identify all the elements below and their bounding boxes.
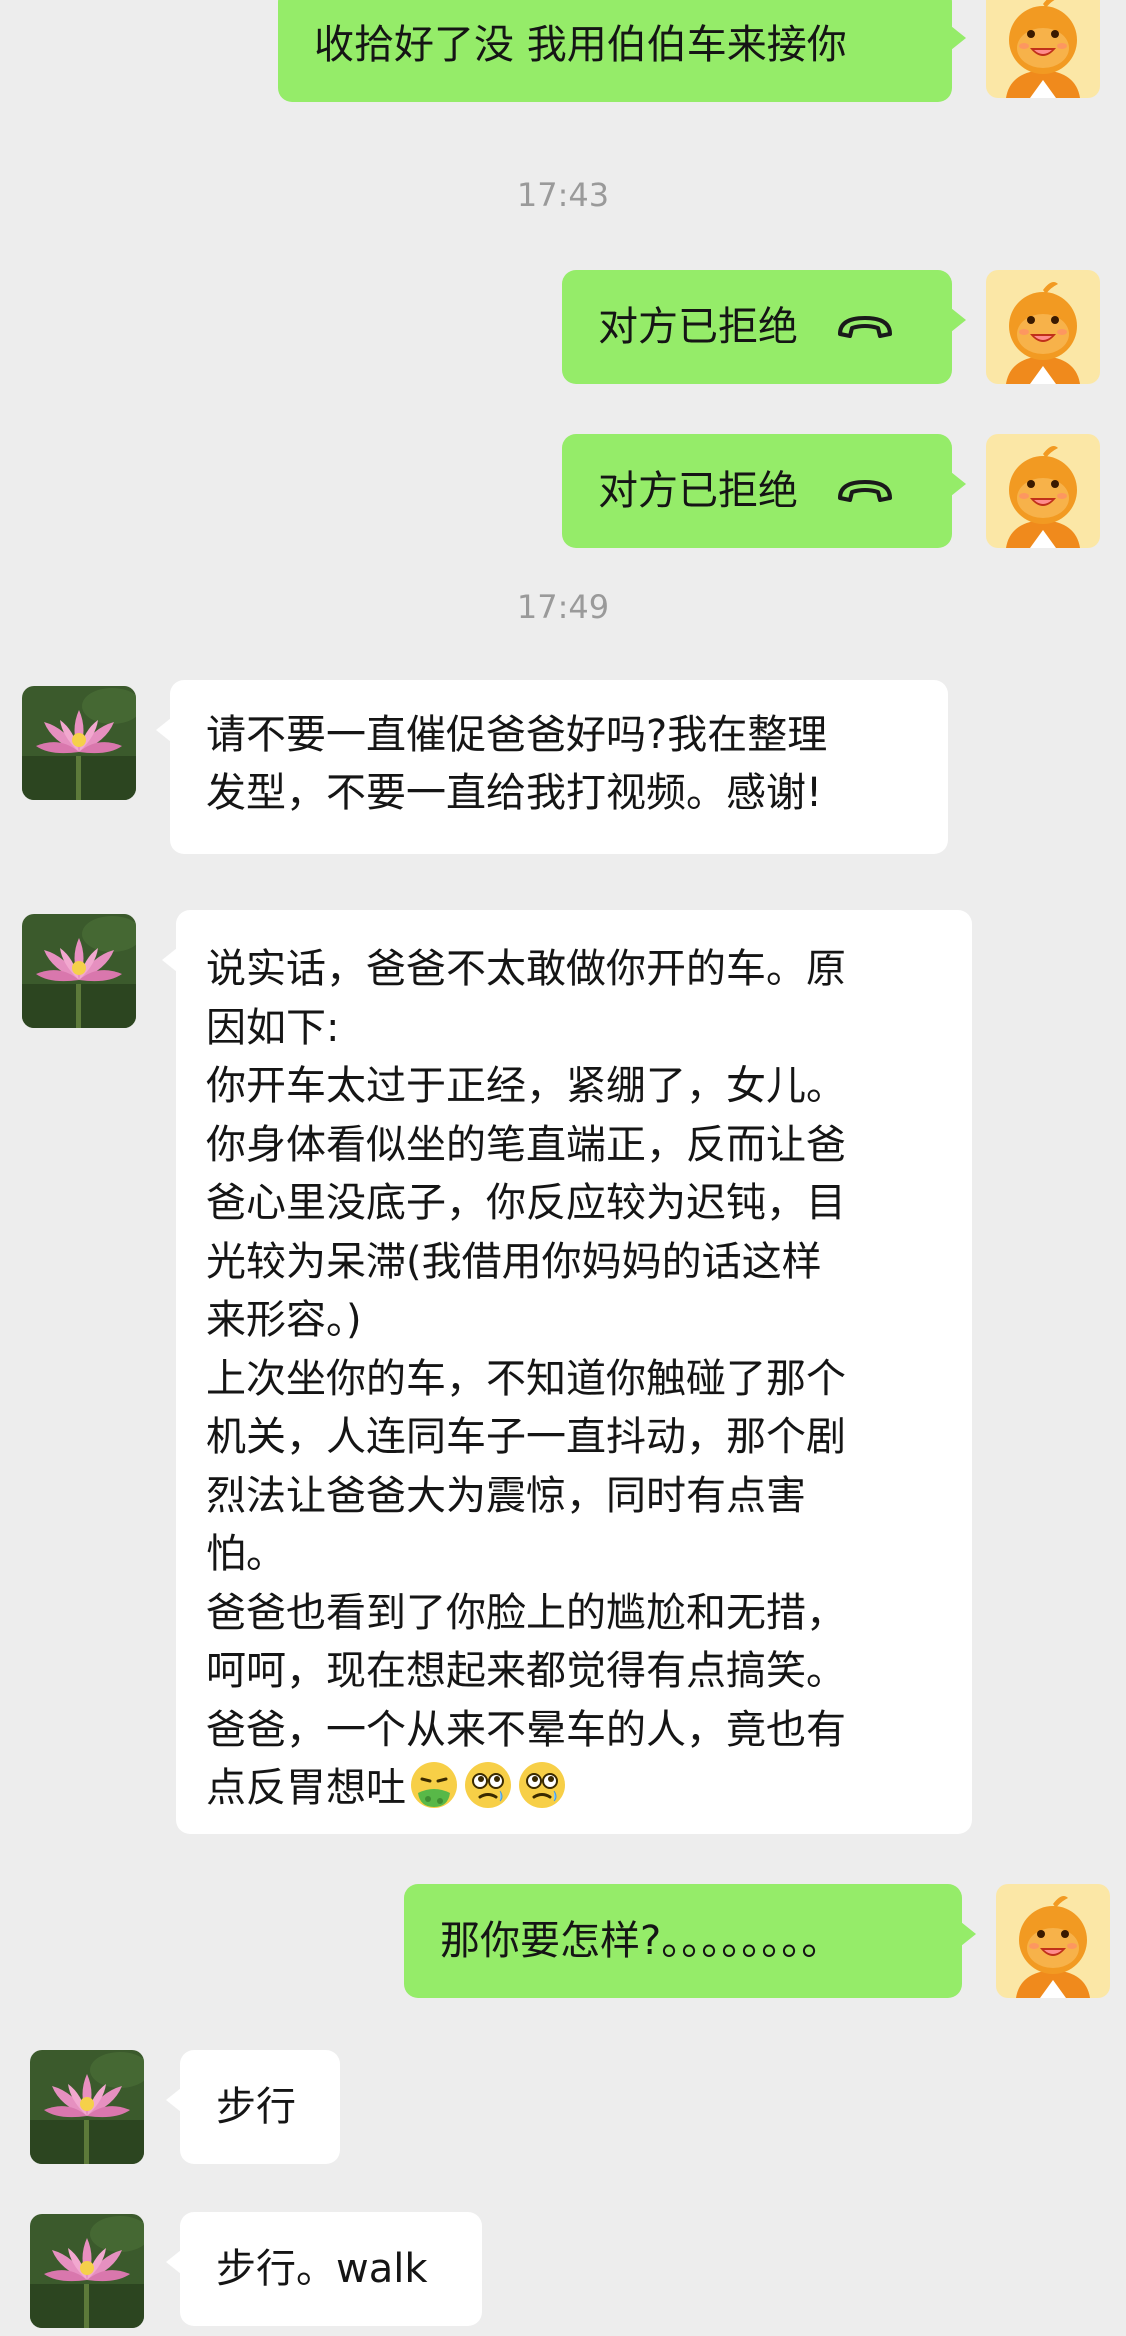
incoming-message-bubble[interactable]: 说实话，爸爸不太敢做你开的车。原 因如下: 你开车太过于正经，紧绷了，女儿。 你… (162, 910, 972, 1834)
call-status-text: 对方已拒绝 (598, 468, 798, 514)
phone-hangup-icon (836, 476, 894, 506)
dizzy-emoji-icon (462, 1759, 514, 1811)
my-avatar-icon[interactable] (986, 434, 1100, 548)
message-text: 步行 (216, 2084, 296, 2130)
dizzy-emoji-icon (516, 1759, 568, 1811)
incoming-message-bubble[interactable]: 请不要一直催促爸爸好吗?我在整理 发型，不要一直给我打视频。感谢! (156, 680, 948, 854)
contact-avatar-icon[interactable] (30, 2050, 144, 2164)
outgoing-call-status-bubble[interactable]: 对方已拒绝 (562, 270, 966, 384)
incoming-message-bubble[interactable]: 步行。walk (166, 2212, 482, 2326)
nauseated-emoji-icon (408, 1759, 460, 1811)
my-avatar-icon[interactable] (986, 270, 1100, 384)
incoming-message-bubble[interactable]: 步行 (166, 2050, 340, 2164)
my-avatar-icon[interactable] (986, 0, 1100, 98)
timestamp: 17:49 (516, 588, 610, 626)
phone-hangup-icon (836, 312, 894, 342)
contact-avatar-icon[interactable] (22, 686, 136, 800)
outgoing-message-bubble[interactable]: 那你要怎样?。。。。。。。。 (404, 1884, 976, 1998)
contact-avatar-icon[interactable] (22, 914, 136, 1028)
outgoing-message-bubble[interactable]: 收拾好了没 我用伯伯车来接你 (278, 0, 966, 102)
message-text: 那你要怎样?。。。。。。。。 (440, 1918, 842, 1964)
message-text: 收拾好了没 我用伯伯车来接你 (314, 22, 847, 68)
contact-avatar-icon[interactable] (30, 2214, 144, 2328)
my-avatar-icon[interactable] (996, 1884, 1110, 1998)
message-text: 说实话，爸爸不太敢做你开的车。原 因如下: 你开车太过于正经，紧绷了，女儿。 你… (206, 946, 846, 1811)
outgoing-call-status-bubble[interactable]: 对方已拒绝 (562, 434, 966, 548)
chat-area[interactable]: 收拾好了没 我用伯伯车来接你 17:43 对方已拒绝 对方已拒绝 17:49 请… (0, 0, 1126, 2336)
message-text: 步行。walk (216, 2246, 428, 2292)
call-status-text: 对方已拒绝 (598, 304, 798, 350)
timestamp: 17:43 (516, 176, 610, 214)
message-text: 请不要一直催促爸爸好吗?我在整理 发型，不要一直给我打视频。感谢! (206, 712, 828, 816)
